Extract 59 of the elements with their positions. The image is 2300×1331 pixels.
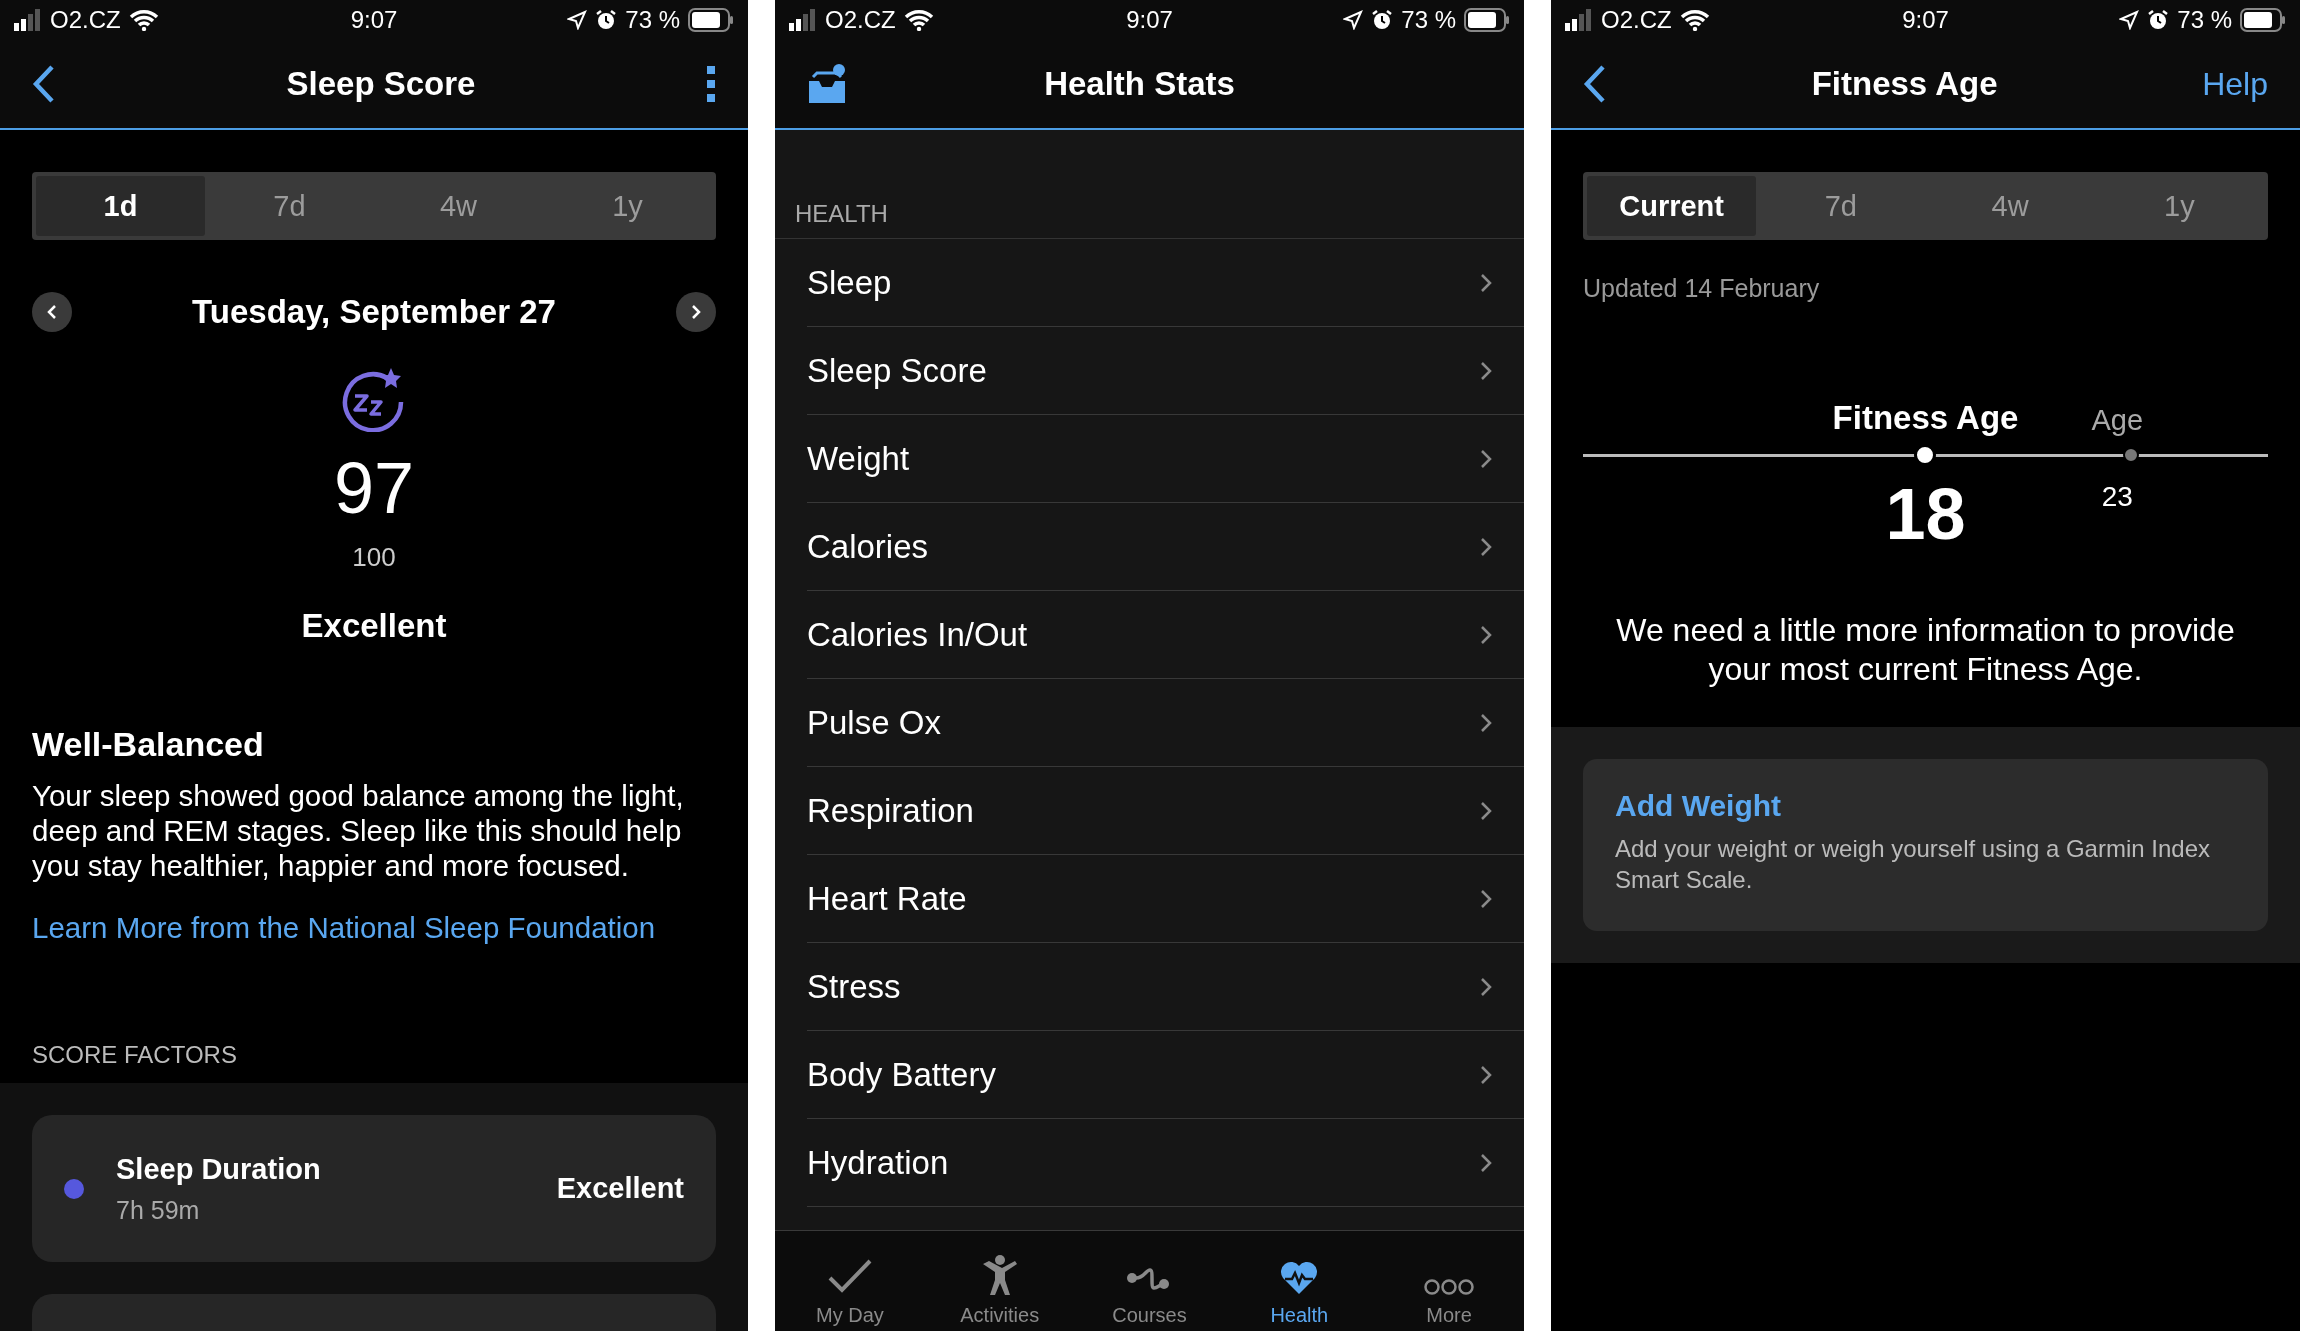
tab-bar-item[interactable]: My Day [775, 1231, 925, 1331]
age-label: Age [2091, 404, 2144, 437]
carrier-name: O2.CZ [825, 6, 896, 34]
score-maximum: 100 [352, 542, 396, 573]
fitness-age-label: Fitness Age [1832, 399, 2019, 437]
screen-title: Health Stats [1044, 65, 1235, 103]
age-value: 23 [2101, 481, 2133, 514]
health-stat-row[interactable]: Pulse Ox [807, 679, 1524, 767]
period-tab[interactable]: 1d [36, 176, 205, 236]
health-stat-row[interactable]: Heart Rate [807, 855, 1524, 943]
sleep-score-value: 97 [333, 452, 415, 524]
date-label: Tuesday, September 27 [192, 293, 556, 331]
status-time: 9:07 [1126, 6, 1173, 34]
health-stat-row[interactable]: Respiration [807, 767, 1524, 855]
card-text: Add your weight or weigh yourself using a Garmin Index Smart Scale. [1615, 834, 2211, 895]
factor-rating: Excellent [556, 1172, 684, 1205]
fitness-age-value: 18 [1885, 473, 1966, 555]
period-tab[interactable]: 1y [2094, 176, 2264, 236]
tab-bar-item[interactable]: More [1374, 1231, 1524, 1331]
period-tab[interactable]: Current [1587, 176, 1757, 236]
health-stat-row[interactable]: Hydration [807, 1119, 1524, 1207]
tab-bar-item[interactable]: Activities [924, 1231, 1075, 1331]
health-stat-row[interactable]: Sleep Score [807, 327, 1524, 415]
battery-percent: 73 % [1401, 6, 1456, 34]
health-stat-row[interactable]: Weight [807, 415, 1524, 503]
card-title: Add Weight [1615, 789, 1783, 823]
battery-percent: 73 % [625, 6, 680, 34]
add-weight-card[interactable]: Add Weight Add your weight or weigh yourself using a Garmin Index Smart Scale. [1583, 759, 2268, 931]
factor-name: Sleep Duration [116, 1152, 322, 1186]
health-stat-row[interactable]: Body Battery [807, 1031, 1524, 1119]
battery-percent: 73 % [2177, 6, 2232, 34]
status-time: 9:07 [1902, 6, 1949, 34]
period-tab[interactable]: 7d [205, 176, 374, 236]
health-stat-row[interactable]: Sleep [807, 239, 1524, 327]
score-rating: Excellent [301, 607, 447, 645]
period-tab[interactable]: 7d [1756, 176, 1926, 236]
status-time: 9:07 [350, 6, 398, 34]
screen-title: Fitness Age [1811, 65, 1998, 103]
section-header: HEALTH [794, 200, 889, 229]
info-message: We need a little more information to provide your most current Fitness Age. [1615, 611, 2236, 689]
carrier-name: O2.CZ [1601, 6, 1672, 34]
section-header: SCORE FACTORS [32, 1041, 237, 1069]
updated-date: Updated 14 February [1583, 274, 1821, 303]
health-stat-row[interactable]: Calories [807, 503, 1524, 591]
health-stat-row[interactable]: Stress [807, 943, 1524, 1031]
period-tab[interactable]: 4w [374, 176, 543, 236]
learn-more-link[interactable]: Learn More from the National Sleep Foundation [32, 911, 716, 945]
tab-bar-item[interactable]: Health [1224, 1231, 1375, 1331]
score-factor-card[interactable]: Sleep Duration 7h 59m Excellent [32, 1115, 716, 1262]
factor-value: 7h 59m [116, 1195, 201, 1225]
screen-title: Sleep Score [286, 65, 476, 103]
period-tab[interactable]: 1y [543, 176, 712, 236]
summary-text: Your sleep showed good balance among the light, deep and REM stages. Sleep like this should help you stay healthier, happier and more focused. [32, 778, 685, 883]
carrier-name: O2.CZ [50, 6, 121, 34]
period-tab[interactable]: 4w [1925, 176, 2095, 236]
tab-bar-item[interactable]: Courses [1074, 1231, 1225, 1331]
summary-title: Well-Balanced [32, 725, 265, 764]
health-stat-row[interactable]: Calories In/Out [807, 591, 1524, 679]
help-link[interactable]: Help [2202, 65, 2268, 103]
